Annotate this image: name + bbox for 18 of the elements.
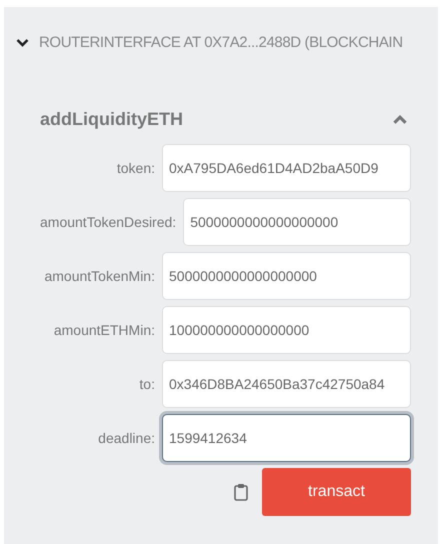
function-name: addLiquidityETH: [40, 109, 183, 130]
input-field[interactable]: 0xA795DA6ed61D4AD2baA50D9: [162, 144, 411, 192]
input-field[interactable]: 0x346D8BA24650Ba37c42750a84: [162, 360, 411, 408]
field-label: token:: [116, 160, 155, 176]
chevron-down-icon[interactable]: [16, 38, 29, 48]
field-label: amountTokenDesired:: [40, 214, 176, 230]
clipboard-icon[interactable]: [234, 483, 248, 501]
field-label: amountTokenMin:: [43, 268, 155, 284]
input-field[interactable]: 5000000000000000000: [162, 252, 411, 300]
chevron-up-icon[interactable]: [393, 114, 407, 124]
contract-title: ROUTERINTERFACE AT 0X7A2...2488D (BLOCKCHAIN: [39, 34, 403, 51]
field-label: to:: [138, 376, 155, 392]
field-label: amountETHMin:: [52, 322, 155, 338]
input-field[interactable]: 100000000000000000: [162, 306, 411, 354]
field-label: deadline:: [97, 430, 155, 446]
input-field[interactable]: 1599412634: [162, 414, 411, 462]
input-field[interactable]: 5000000000000000000: [183, 198, 411, 246]
transact-button[interactable]: transact: [262, 468, 411, 516]
